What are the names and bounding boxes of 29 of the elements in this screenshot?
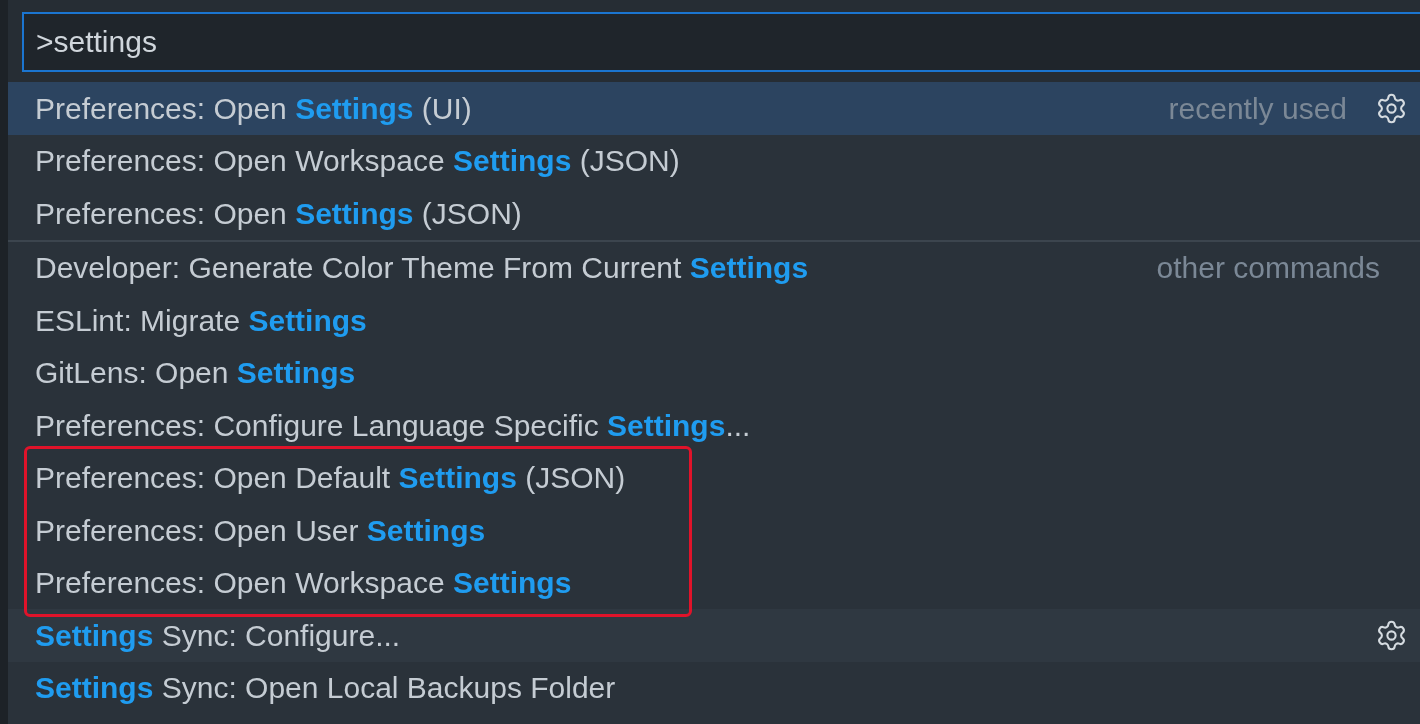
command-item[interactable]: Preferences: Open Settings (UI) recently used (8, 82, 1420, 135)
command-item[interactable]: Preferences: Open Settings (JSON) (8, 187, 1420, 240)
command-item[interactable]: ESLint: Migrate Settings (8, 294, 1420, 347)
command-item[interactable]: GitLens: Open Settings (8, 346, 1420, 399)
command-label: Preferences: Configure Language Specific Settings... (35, 407, 751, 444)
command-item[interactable]: Preferences: Open Workspace Settings (JSON) (8, 134, 1420, 187)
command-item[interactable]: Developer: Generate Color Theme From Current Settings other commands (8, 241, 1420, 294)
command-item[interactable]: Preferences: Open Workspace Settings (8, 556, 1420, 609)
command-label: Preferences: Open User Settings (35, 512, 486, 549)
settings-icon[interactable] (1375, 91, 1408, 125)
command-label: Preferences: Open Settings (UI) (35, 90, 472, 127)
command-label: ESLint: Migrate Settings (35, 302, 367, 339)
command-label: Settings Sync: Configure... (35, 617, 401, 654)
settings-icon[interactable] (1375, 618, 1408, 652)
command-item[interactable]: Preferences: Configure Language Specific Settings... (8, 399, 1420, 452)
command-label: Preferences: Open Workspace Settings (35, 565, 572, 602)
command-input[interactable]: >settings (22, 12, 1420, 72)
command-item[interactable]: Settings Sync: Open Local Backups Folder (8, 661, 1420, 714)
command-label: Developer: Generate Color Theme From Current Settings (35, 250, 809, 287)
command-label: GitLens: Open Settings (35, 355, 356, 392)
command-label: Settings Sync: Open Local Backups Folder (35, 670, 616, 707)
command-item[interactable]: Preferences: Open User Settings (8, 504, 1420, 557)
command-item[interactable]: Settings Sync: Configure... (8, 609, 1420, 662)
group-label: other commands (1156, 250, 1380, 287)
command-label: Preferences: Open Workspace Settings (JSON) (35, 143, 680, 180)
command-label: Preferences: Open Settings (JSON) (35, 195, 522, 232)
command-label: Preferences: Open Default Settings (JSON) (35, 460, 626, 497)
group-label: recently used (1168, 90, 1347, 127)
command-item[interactable]: Preferences: Open Default Settings (JSON) (8, 451, 1420, 504)
